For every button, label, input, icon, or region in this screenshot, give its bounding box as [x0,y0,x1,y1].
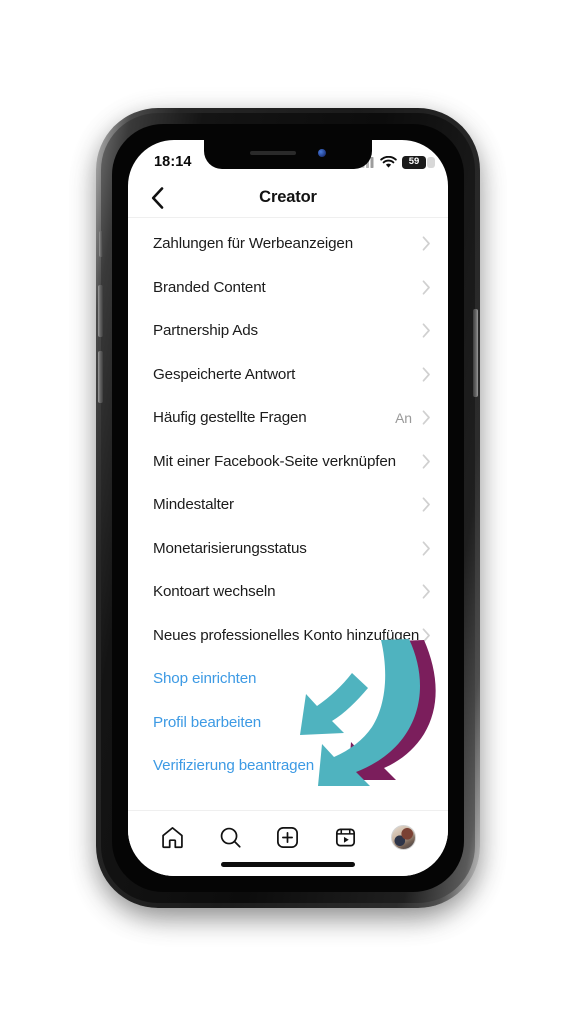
list-row[interactable]: Profil bearbeiten [128,701,448,745]
profile-avatar [390,824,416,850]
settings-list: Zahlungen für Werbeanzeigen Branded Conte… [128,218,448,810]
status-bar-time: 18:14 [154,154,192,170]
display-notch [204,140,372,169]
phone-device-frame: 18:14 59 Creator Zahlungen für Werbeanze… [96,108,480,908]
volume-down-button[interactable] [98,351,103,403]
list-row-value: An [395,409,412,426]
list-row-label: Häufig gestellte Fragen [153,409,307,427]
chevron-right-icon [422,410,430,425]
chevron-left-icon [151,186,163,209]
list-row-label: Zahlungen für Werbeanzeigen [153,235,353,253]
reels-icon [336,827,356,847]
chevron-right-icon [422,541,430,556]
phone-bezel: 18:14 59 Creator Zahlungen für Werbeanze… [112,124,464,892]
search-icon [220,827,241,848]
tab-add-post[interactable] [266,820,310,854]
list-row-label: Verifizierung beantragen [153,757,315,775]
list-row[interactable]: Mindestalter [128,483,448,527]
back-button[interactable] [142,183,172,213]
volume-up-button[interactable] [98,285,103,337]
list-row[interactable]: Verifizierung beantragen [128,744,448,788]
screenshot-canvas: 18:14 59 Creator Zahlungen für Werbeanze… [0,0,576,1024]
home-icon [162,826,184,848]
home-indicator[interactable] [221,862,355,867]
chevron-right-icon [422,323,430,338]
list-row-label: Monetarisierungsstatus [153,539,307,557]
chevron-right-icon [422,584,430,599]
list-row-label: Kontoart wechseln [153,583,276,601]
power-button[interactable] [473,309,478,397]
list-row[interactable]: Partnership Ads [128,309,448,353]
list-row-label: Mindestalter [153,496,234,514]
add-post-icon [277,826,299,848]
list-row[interactable]: Shop einrichten [128,657,448,701]
navigation-header: Creator [128,178,448,218]
tab-home[interactable] [151,820,195,854]
list-row-label: Gespeicherte Antwort [153,365,296,383]
tab-profile[interactable] [381,820,425,854]
tab-search[interactable] [208,820,252,854]
list-row-label: Shop einrichten [153,670,257,688]
phone-frame-inner-band: 18:14 59 Creator Zahlungen für Werbeanze… [98,113,478,903]
list-row[interactable]: Mit einer Facebook-Seite verknüpfen [128,440,448,484]
list-row-label: Neues professionelles Konto hinzufügen [153,626,420,644]
chevron-right-icon [422,454,430,469]
battery-percentage: 59 [408,156,420,168]
phone-screen: 18:14 59 Creator Zahlungen für Werbeanze… [128,140,448,876]
page-title: Creator [259,188,317,206]
front-camera-icon [318,148,326,157]
list-row-label: Profil bearbeiten [153,713,262,731]
earpiece-speaker-icon [250,150,296,155]
silent-switch[interactable] [99,231,103,257]
chevron-right-icon [422,497,430,512]
chevron-right-icon [422,367,430,382]
chevron-right-icon [422,628,430,643]
chevron-right-icon [422,280,430,295]
list-row-label: Partnership Ads [153,322,258,340]
list-row[interactable]: Kontoart wechseln [128,570,448,614]
list-row[interactable]: Monetarisierungsstatus [128,527,448,571]
tab-reels[interactable] [324,820,368,854]
battery-outline [427,156,435,168]
wifi-icon [380,155,397,168]
list-row[interactable]: Branded Content [128,266,448,310]
list-row[interactable]: Zahlungen für Werbeanzeigen [128,222,448,266]
chevron-right-icon [422,236,430,251]
list-row[interactable]: Neues professionelles Konto hinzufügen [128,614,448,658]
list-row[interactable]: Gespeicherte Antwort [128,353,448,397]
list-row-label: Mit einer Facebook-Seite verknüpfen [153,452,396,470]
battery-icon: 59 [402,155,426,169]
list-row-label: Branded Content [153,278,266,296]
list-row[interactable]: Häufig gestellte Fragen An [128,396,448,440]
